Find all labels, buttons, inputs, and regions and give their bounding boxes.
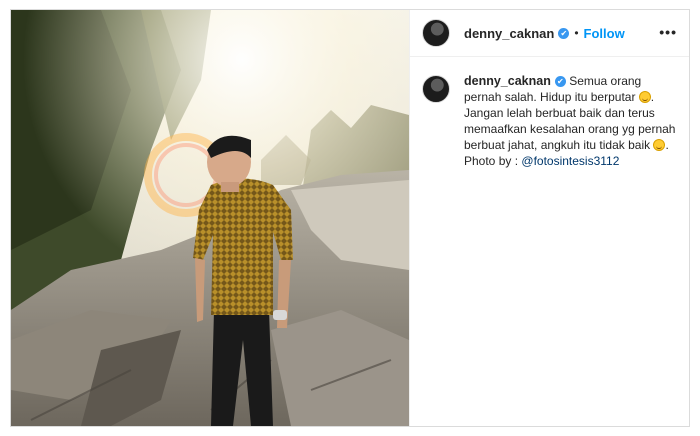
avatar[interactable] xyxy=(422,19,450,47)
caption-username-link[interactable]: denny_caknan xyxy=(464,74,551,88)
post-photo[interactable] xyxy=(11,10,409,426)
post-header: denny_caknan ✔ • Follow ••• xyxy=(410,10,689,57)
more-options-icon[interactable]: ••• xyxy=(659,24,677,40)
photo-by-label: Photo by : xyxy=(464,154,519,168)
username-link[interactable]: denny_caknan xyxy=(464,26,554,41)
caption-part-3: . xyxy=(665,138,669,152)
post-sidebar: denny_caknan ✔ • Follow ••• denny_caknan… xyxy=(409,10,689,426)
caption-verified-badge-icon: ✔ xyxy=(554,76,566,87)
follow-button[interactable]: Follow xyxy=(584,26,625,41)
post-photo-graphic xyxy=(11,10,409,426)
caption-row: denny_caknan ✔ Semua orang pernah salah. … xyxy=(410,57,689,169)
caption-avatar[interactable] xyxy=(422,75,450,103)
smiling-face-icon-2 xyxy=(653,139,666,151)
verified-badge-icon: ✔ xyxy=(558,27,570,39)
photographer-mention-link[interactable]: @fotosintesis3112 xyxy=(521,154,619,168)
post-container: denny_caknan ✔ • Follow ••• denny_caknan… xyxy=(10,9,690,427)
separator-dot: • xyxy=(574,26,579,40)
smiling-face-icon xyxy=(638,91,651,103)
caption-text: denny_caknan ✔ Semua orang pernah salah. … xyxy=(464,73,677,169)
